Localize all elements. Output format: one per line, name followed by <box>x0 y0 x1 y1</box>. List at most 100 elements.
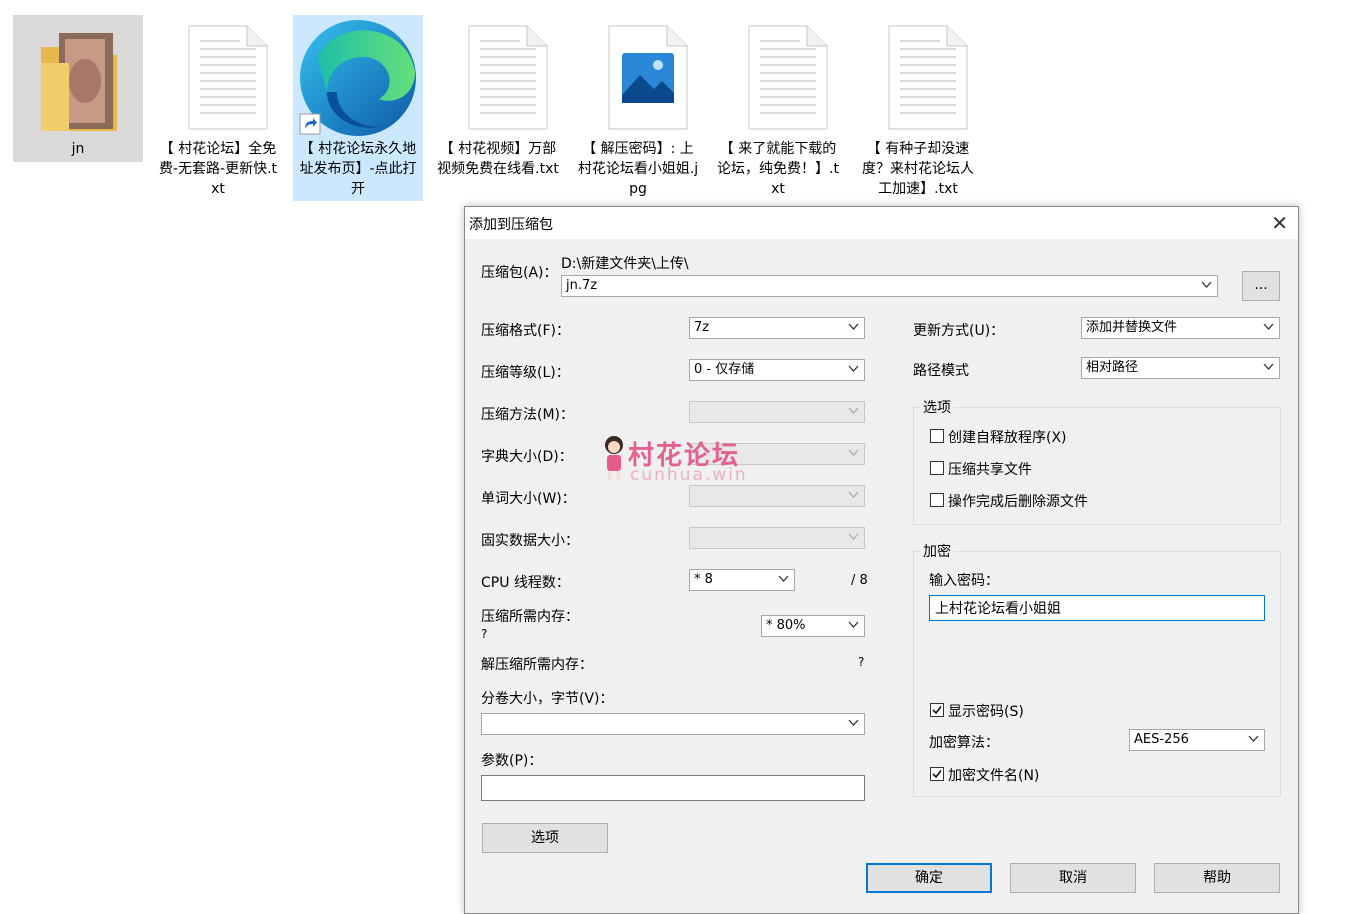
format-select[interactable]: 7z <box>689 317 865 339</box>
chevron-down-icon <box>848 407 859 414</box>
shared-files-label: 压缩共享文件 <box>948 462 1032 478</box>
level-select[interactable]: 0 - 仅存储 <box>689 359 865 381</box>
decompress-memory-unknown: ? <box>858 655 865 669</box>
memory-unknown: ? <box>481 627 488 641</box>
sfx-label: 创建自释放程序(X) <box>948 430 1067 446</box>
ok-button[interactable]: 确定 <box>866 863 992 893</box>
options-group-label: 选项 <box>920 397 954 417</box>
solid-label: 固实数据大小： <box>481 533 579 549</box>
password-label: 输入密码： <box>929 573 999 589</box>
params-label: 参数(P)： <box>481 753 543 769</box>
chevron-down-icon <box>848 621 859 628</box>
desktop-icon-txt-4[interactable]: 【 有种子却没速度？来村花论坛人工加速】.txt <box>853 15 983 201</box>
password-input[interactable]: 上村花论坛看小姐姐 <box>929 595 1265 621</box>
show-password-checkbox[interactable] <box>930 703 944 717</box>
desktop-icon-txt-1[interactable]: 【 村花论坛】全免费-无套路-更新快.txt <box>153 15 283 201</box>
word-label: 单词大小(W)： <box>481 491 576 507</box>
desktop-icon-edge-shortcut[interactable]: 【 村花论坛永久地址发布页】-点此打开 <box>293 15 423 201</box>
icon-label: 【 村花视频】万部视频免费在线看.txt <box>437 141 559 177</box>
archive-name-value: jn.7z <box>566 278 598 293</box>
desktop-icon-txt-3[interactable]: 【 来了就能下载的论坛，纯免费！】.txt <box>713 15 843 201</box>
chevron-down-icon <box>848 323 859 330</box>
password-value: 上村花论坛看小姐姐 <box>935 601 1061 617</box>
chevron-down-icon <box>778 575 789 582</box>
shortcut-arrow-icon <box>299 113 321 135</box>
help-button[interactable]: 帮助 <box>1154 863 1280 893</box>
icon-label: 【 有种子却没速度？来村花论坛人工加速】.txt <box>862 141 974 197</box>
options-button[interactable]: 选项 <box>482 823 608 853</box>
path-mode-value: 相对路径 <box>1086 360 1139 375</box>
method-label: 压缩方法(M)： <box>481 407 575 423</box>
check-icon <box>932 770 942 779</box>
shared-files-checkbox[interactable] <box>930 461 944 475</box>
image-file-icon <box>608 25 688 130</box>
text-file-icon <box>468 25 548 130</box>
archive-label: 压缩包(A)： <box>481 265 558 281</box>
browse-button[interactable]: ... <box>1242 271 1280 301</box>
path-mode-label: 路径模式 <box>913 363 969 379</box>
chevron-down-icon <box>1201 281 1212 288</box>
cpu-total: / 8 <box>851 573 868 588</box>
encryption-method-select[interactable]: AES-256 <box>1129 729 1265 751</box>
icon-label: 【 村花论坛永久地址发布页】-点此打开 <box>299 141 417 197</box>
icon-label: jn <box>71 141 85 157</box>
word-select <box>689 485 865 507</box>
cpu-threads-value: * 8 <box>694 572 713 587</box>
desktop-icon-txt-2[interactable]: 【 村花视频】万部视频免费在线看.txt <box>433 15 563 201</box>
method-select <box>689 401 865 423</box>
chevron-down-icon <box>848 491 859 498</box>
folder-icon <box>41 33 117 131</box>
archive-path: D:\新建文件夹\上传\ <box>561 256 689 272</box>
delete-after-checkbox[interactable] <box>930 493 944 507</box>
archive-name-combo[interactable]: jn.7z <box>561 275 1218 297</box>
format-value: 7z <box>694 320 710 335</box>
show-password-label: 显示密码(S) <box>948 704 1024 720</box>
update-mode-select[interactable]: 添加并替换文件 <box>1081 317 1280 339</box>
desktop-icon-jpg[interactable]: 【 解压密码】: 上村花论坛看小姐姐.jpg <box>573 15 703 201</box>
chevron-down-icon <box>1263 323 1274 330</box>
chevron-down-icon <box>1263 363 1274 370</box>
params-input[interactable] <box>481 775 865 801</box>
delete-after-label: 操作完成后删除源文件 <box>948 494 1088 510</box>
encrypt-names-label: 加密文件名(N) <box>948 768 1040 784</box>
dialog-titlebar[interactable]: 添加到压缩包 ✕ <box>465 207 1298 239</box>
encrypt-names-checkbox[interactable] <box>930 767 944 781</box>
check-icon <box>932 706 942 715</box>
chevron-down-icon <box>1248 735 1259 742</box>
encryption-method-label: 加密算法： <box>929 735 999 751</box>
memory-label: 压缩所需内存： <box>481 609 579 625</box>
text-file-icon <box>888 25 968 130</box>
solid-select <box>689 527 865 549</box>
decompress-memory-label: 解压缩所需内存： <box>481 657 593 673</box>
volume-size-select[interactable] <box>481 713 865 735</box>
dict-label: 字典大小(D)： <box>481 449 573 465</box>
cancel-button[interactable]: 取消 <box>1010 863 1136 893</box>
volume-label: 分卷大小，字节(V)： <box>481 691 614 707</box>
icon-label: 【 来了就能下载的论坛，纯免费！】.txt <box>717 141 839 197</box>
chevron-down-icon <box>848 449 859 456</box>
chevron-down-icon <box>848 533 859 540</box>
encryption-group-label: 加密 <box>920 541 954 561</box>
level-label: 压缩等级(L)： <box>481 365 570 381</box>
cpu-label: CPU 线程数： <box>481 575 570 591</box>
text-file-icon <box>748 25 828 130</box>
icon-label: 【 解压密码】: 上村花论坛看小姐姐.jpg <box>577 141 699 197</box>
memory-select[interactable]: * 80% <box>761 615 865 637</box>
encryption-method-value: AES-256 <box>1134 732 1189 747</box>
text-file-icon <box>188 25 268 130</box>
close-icon[interactable]: ✕ <box>1271 211 1288 235</box>
memory-value: * 80% <box>766 618 806 633</box>
sfx-checkbox[interactable] <box>930 429 944 443</box>
update-label: 更新方式(U)： <box>913 323 1005 339</box>
watermark-subtitle: cunhua.win <box>630 465 748 485</box>
chevron-down-icon <box>848 365 859 372</box>
girl-mascot-icon <box>605 436 623 482</box>
cpu-threads-select[interactable]: * 8 <box>689 569 795 591</box>
update-mode-value: 添加并替换文件 <box>1086 320 1178 335</box>
path-mode-select[interactable]: 相对路径 <box>1081 357 1280 379</box>
format-label: 压缩格式(F)： <box>481 323 570 339</box>
chevron-down-icon <box>848 719 859 726</box>
dialog-title: 添加到压缩包 <box>469 217 553 233</box>
desktop-icon-folder-jn[interactable]: jn <box>13 15 143 162</box>
add-to-archive-dialog: 添加到压缩包 ✕ 压缩包(A)： D:\新建文件夹\上传\ jn.7z ... … <box>464 206 1299 914</box>
